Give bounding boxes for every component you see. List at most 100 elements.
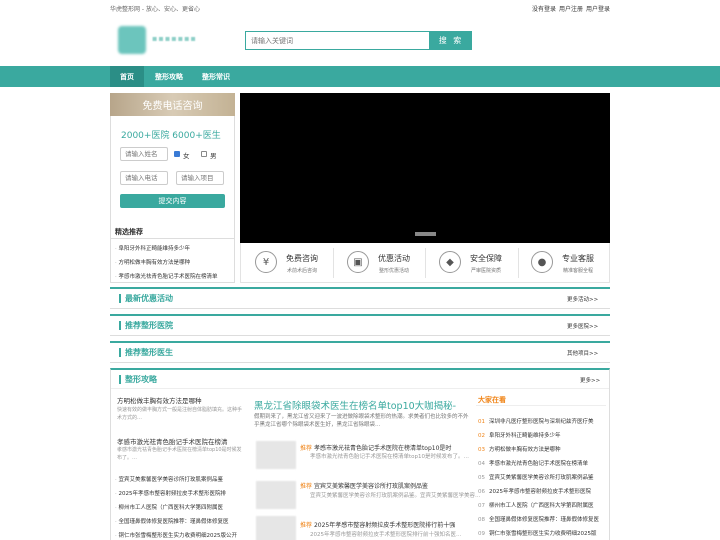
section-title: 整形攻略 bbox=[119, 375, 157, 384]
recommend-item[interactable]: 方明松做丰胸有效方法是哪种 bbox=[115, 258, 233, 266]
promo-stats: 2000+医院 6000+医生 bbox=[121, 131, 221, 141]
top-bar bbox=[0, 0, 720, 16]
trending-item-text: 孝感市激光祛青色胎记手术医院在榜清单 bbox=[489, 461, 589, 467]
featured-article-summary: 假期到来了，黑龙江省又迎来了一波进做除眼袋术整形的热潮。求美者们也比较多的不外乎… bbox=[254, 414, 469, 428]
article-summary: 孝感市激光祛青色胎记手术医院在榜清单top10是时候发布了。… bbox=[117, 447, 242, 461]
register-link[interactable]: 用户注册 bbox=[559, 4, 583, 13]
list-item[interactable]: 铜仁市张雪梅整形医生实力收费明细2025版公开 bbox=[115, 531, 240, 539]
news-summary: 孝感市激光祛青色胎记手术医院在榜清单top10是时候发布了。… bbox=[310, 454, 470, 460]
trending-item[interactable]: 06 2025年孝感市整容射频拉皮手术整形医院 bbox=[478, 487, 608, 495]
video-progress-indicator[interactable] bbox=[415, 232, 436, 236]
submit-button[interactable]: 提交内容 bbox=[120, 194, 225, 208]
yen-icon: ¥ bbox=[255, 251, 277, 273]
trending-item[interactable]: 04 孝感市激光祛青色胎记手术医院在榜清单 bbox=[478, 459, 608, 467]
login-status-link[interactable]: 没有登录 bbox=[532, 4, 556, 13]
article-summary: 快速有效的做丰胸方式一般是注射自体脂肪填充。这种手术方式的… bbox=[117, 407, 242, 421]
nav-home[interactable]: 首页 bbox=[110, 66, 144, 87]
gender-male-radio[interactable] bbox=[201, 151, 207, 157]
gender-male-label: 男 bbox=[210, 152, 217, 160]
video-player[interactable] bbox=[240, 93, 610, 243]
feature-title: 安全保障 bbox=[470, 254, 502, 263]
more-guide-link[interactable]: 更多>> bbox=[580, 376, 600, 384]
feature-title: 免费咨询 bbox=[286, 254, 318, 263]
rank-number: 02 bbox=[478, 433, 485, 439]
feature-title: 专业客服 bbox=[562, 254, 594, 263]
rank-number: 03 bbox=[478, 447, 485, 453]
list-item[interactable]: 宜宾艾美紫馨医学美容诊所打玫肌案例品鉴 bbox=[115, 475, 240, 483]
trending-item[interactable]: 01 深圳非凡医疗整形医院与深圳纪兹齐医疗美 bbox=[478, 417, 608, 425]
trending-item-text: 方明松做丰胸有效方法是哪种 bbox=[489, 447, 561, 453]
project-field[interactable] bbox=[176, 171, 224, 185]
free-phone-banner: 免费电话咨询 bbox=[110, 93, 235, 116]
main-nav bbox=[0, 66, 720, 87]
shield-icon: ◆ bbox=[439, 251, 461, 273]
news-tag: 推荐 bbox=[300, 483, 313, 490]
trending-item-text: 宜宾艾美紫馨医学美容诊所打玫肌案例品鉴 bbox=[489, 475, 594, 481]
site-logo-text[interactable]: ▪▪▪▪▪▪▪ bbox=[152, 34, 197, 43]
trending-item[interactable]: 02 阜阳牙外科正畸能维持多少年 bbox=[478, 431, 608, 439]
news-thumbnail[interactable] bbox=[256, 481, 296, 509]
news-summary: 宜宾艾美紫馨医学美容诊所打玫肌案例品鉴。宜宾艾美紫馨医学美容… bbox=[310, 493, 481, 499]
featured-article-title[interactable]: 黑龙江省除眼袋术医生在榜名单top10大咖揭秘- bbox=[254, 398, 469, 412]
gender-female-radio[interactable] bbox=[174, 151, 180, 157]
list-item[interactable]: 全国瑾鼻假体修复医院推荐：瑾鼻假体修复医 bbox=[115, 517, 240, 525]
list-item[interactable]: 柳州市工人医院（广西医科大学第四附属医 bbox=[115, 503, 240, 511]
rank-number: 04 bbox=[478, 461, 485, 467]
news-title[interactable]: 推荐 宜宾艾美紫馨医学美容诊所打玫肌案例品鉴 bbox=[300, 481, 475, 490]
trending-item[interactable]: 03 方明松做丰胸有效方法是哪种 bbox=[478, 445, 608, 453]
more-projects-link[interactable]: 其他项目>> bbox=[567, 349, 598, 357]
list-item[interactable]: 2025年孝感市整容射频拉皮手术整形医院排 bbox=[115, 489, 240, 497]
section-doctors bbox=[110, 341, 610, 363]
rank-number: 05 bbox=[478, 475, 485, 481]
trending-item-text: 铜仁市张雪梅整形医生实力收费明细2025版 bbox=[489, 531, 597, 537]
recommend-item[interactable]: 孝感市激光祛青色胎记手术医院在榜清单 bbox=[115, 272, 233, 280]
trending-item[interactable]: 09 铜仁市张雪梅整形医生实力收费明细2025版 bbox=[478, 529, 608, 537]
rank-number: 07 bbox=[478, 503, 485, 509]
search-button[interactable]: 搜 索 bbox=[430, 31, 472, 50]
search-input[interactable] bbox=[246, 32, 429, 49]
section-title: 最新优惠活动 bbox=[119, 294, 173, 303]
divider bbox=[518, 248, 519, 278]
trending-item-text: 2025年孝感市整容射频拉皮手术整形医院 bbox=[489, 489, 591, 495]
divider bbox=[111, 238, 234, 239]
trending-title: 大家在看 bbox=[478, 396, 506, 404]
section-title: 推荐整形医院 bbox=[119, 321, 173, 330]
login-link[interactable]: 用户登录 bbox=[586, 4, 610, 13]
article-title[interactable]: 方明松做丰胸有效方法是哪种 bbox=[117, 395, 242, 405]
divider bbox=[333, 248, 334, 278]
news-title[interactable]: 推荐 2025年孝感市整容射频拉皮手术整形医院排行前十强 bbox=[300, 520, 475, 529]
trending-item[interactable]: 08 全国瑾鼻假体修复医院推荐：瑾鼻假体修复医 bbox=[478, 515, 608, 523]
trending-item-text: 深圳非凡医疗整形医院与深圳纪兹齐医疗美 bbox=[489, 419, 594, 425]
more-offers-link[interactable]: 更多活动>> bbox=[567, 295, 598, 303]
phone-field[interactable] bbox=[120, 171, 168, 185]
news-thumbnail[interactable] bbox=[256, 516, 296, 540]
recommend-item[interactable]: 阜阳牙外科正畸能维持多少年 bbox=[115, 244, 233, 252]
divider bbox=[425, 248, 426, 278]
nav-cosmetic-guide[interactable]: 整形攻略 bbox=[148, 66, 190, 87]
more-hospitals-link[interactable]: 更多医院>> bbox=[567, 322, 598, 330]
section-hospitals bbox=[110, 314, 610, 336]
recommend-title: 精选推荐 bbox=[115, 228, 143, 236]
nav-cosmetic-knowledge[interactable]: 整形常识 bbox=[196, 66, 236, 87]
rank-number: 01 bbox=[478, 419, 485, 425]
feature-subtitle: 严审医院资质 bbox=[471, 268, 502, 274]
gender-female-label: 女 bbox=[183, 152, 190, 160]
trending-item-text: 柳州市工人医院（广西医科大学第四附属医 bbox=[489, 503, 594, 509]
trending-item[interactable]: 07 柳州市工人医院（广西医科大学第四附属医 bbox=[478, 501, 608, 509]
news-summary: 2025年孝感市整容射频拉皮手术整形医院排行前十强知名医… bbox=[310, 532, 462, 538]
news-thumbnail[interactable] bbox=[256, 441, 296, 469]
feature-title: 优惠活动 bbox=[378, 254, 410, 263]
trending-item-text: 全国瑾鼻假体修复医院推荐：瑾鼻假体修复医 bbox=[489, 517, 600, 523]
news-tag: 推荐 bbox=[300, 445, 313, 452]
service-icon: ● bbox=[531, 251, 553, 273]
name-field[interactable] bbox=[120, 147, 168, 161]
site-tagline: 华虎整形网 - 放心、安心、更省心 bbox=[110, 6, 200, 13]
news-title-text: 孝感市激光祛青色胎记手术医院在榜清单top10是时 bbox=[313, 445, 452, 452]
section-latest-offers bbox=[110, 287, 610, 309]
site-logo[interactable] bbox=[118, 26, 146, 54]
trending-item[interactable]: 05 宜宾艾美紫馨医学美容诊所打玫肌案例品鉴 bbox=[478, 473, 608, 481]
feature-subtitle: 术前术后咨询 bbox=[287, 268, 318, 274]
article-title[interactable]: 孝感市激光祛青色胎记手术医院在榜清 bbox=[117, 436, 242, 446]
news-title[interactable]: 推荐 孝感市激光祛青色胎记手术医院在榜清单top10是时 bbox=[300, 443, 475, 452]
gift-icon: ▣ bbox=[347, 251, 369, 273]
